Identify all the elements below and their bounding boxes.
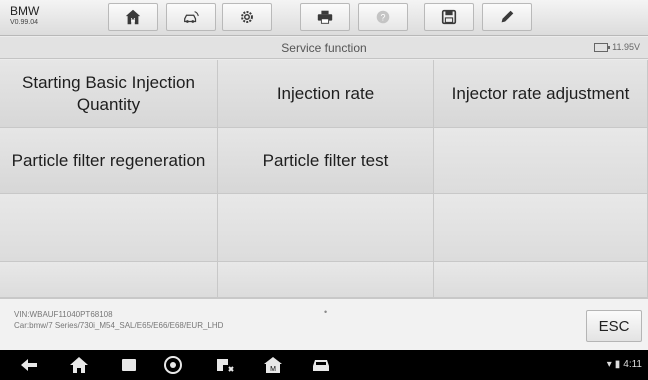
esc-button[interactable]: ESC	[586, 310, 642, 342]
car-text: Car:bmw/7 Series/730i_M54_SAL/E65/E66/E6…	[14, 321, 224, 330]
empty-cell	[434, 128, 648, 194]
settings-button[interactable]	[222, 3, 272, 31]
print-icon	[317, 10, 333, 24]
function-particle-filter-test[interactable]: Particle filter test	[218, 128, 434, 194]
back-button[interactable]	[18, 355, 40, 375]
back-icon	[21, 359, 37, 371]
vehicle-brand: BMW V0.99.04	[10, 4, 100, 28]
vehicle-swap-icon	[184, 11, 199, 23]
chrome-button[interactable]	[162, 355, 184, 375]
system-navigation-bar: M ▾ ▮ 4:11	[0, 350, 648, 380]
brand-name: BMW	[10, 4, 40, 18]
maxisys-home-icon: M	[264, 357, 282, 373]
home-button[interactable]: M	[108, 3, 158, 31]
car-button[interactable]	[310, 355, 332, 375]
function-particle-filter-regeneration[interactable]: Particle filter regeneration	[0, 128, 218, 194]
battery-status-icon: ▮	[614, 359, 621, 370]
function-injector-rate-adjustment[interactable]: Injector rate adjustment	[434, 60, 648, 128]
svg-text:M: M	[131, 18, 136, 24]
wifi-icon: ▾	[606, 359, 612, 370]
print-button[interactable]	[300, 3, 350, 31]
vci-button[interactable]	[214, 355, 236, 375]
home-icon	[70, 357, 88, 373]
vin-text: VIN:WBAUF11040PT68108	[14, 310, 113, 319]
svg-text:?: ?	[380, 13, 385, 23]
service-function-grid: Starting Basic Injection Quantity Inject…	[0, 60, 648, 298]
car-icon	[313, 360, 329, 371]
status-area: ▾ ▮ 4:11	[607, 359, 642, 370]
empty-cell	[434, 262, 648, 298]
empty-cell	[434, 194, 648, 262]
save-button[interactable]	[424, 3, 474, 31]
software-version: V0.99.04	[10, 19, 39, 26]
save-icon	[441, 9, 457, 25]
maxisys-home-button[interactable]: M	[262, 355, 284, 375]
function-starting-basic-injection-quantity[interactable]: Starting Basic Injection Quantity	[0, 60, 218, 128]
battery-icon	[594, 42, 611, 52]
vehicle-info-bar: VIN:WBAUF11040PT68108 Car:bmw/7 Series/7…	[0, 298, 648, 350]
help-icon: ?	[376, 10, 390, 24]
clock-text: 4:11	[623, 359, 642, 370]
top-toolbar: BMW V0.99.04 M ?	[0, 0, 648, 36]
chrome-icon	[164, 356, 182, 374]
edit-button[interactable]	[482, 3, 532, 31]
empty-cell	[218, 194, 434, 262]
android-home-button[interactable]	[68, 355, 90, 375]
page-title: Service function	[281, 41, 367, 55]
page-indicator-dot: •	[324, 307, 328, 317]
recent-apps-button[interactable]	[118, 355, 140, 375]
settings-icon	[241, 11, 253, 23]
svg-text:M: M	[270, 366, 276, 373]
help-button[interactable]: ?	[358, 3, 408, 31]
function-injection-rate[interactable]: Injection rate	[218, 60, 434, 128]
home-icon: M	[125, 9, 141, 25]
empty-cell	[218, 262, 434, 298]
empty-cell	[0, 262, 218, 298]
battery-voltage-value: 11.95V	[612, 42, 640, 52]
vehicle-swap-button[interactable]	[166, 3, 216, 31]
edit-icon	[501, 10, 514, 23]
vci-icon	[217, 359, 234, 372]
page-header: Service function 11.95V	[0, 37, 648, 59]
recent-apps-icon	[122, 359, 136, 371]
battery-voltage: 11.95V	[594, 42, 640, 52]
empty-cell	[0, 194, 218, 262]
